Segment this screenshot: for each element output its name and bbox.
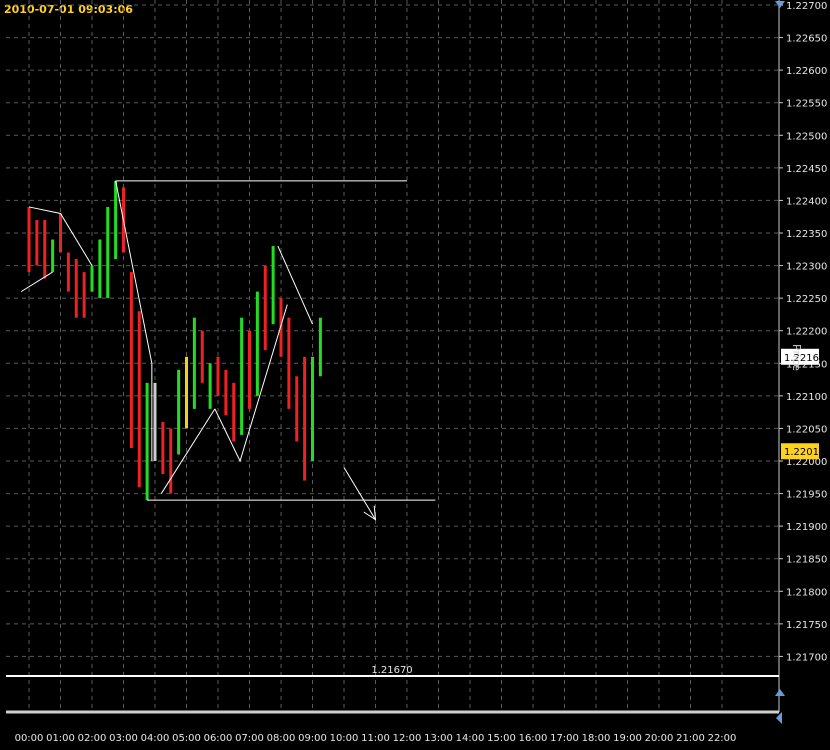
- time-tick-label: 11:00: [361, 733, 390, 744]
- price-tick-label: 1.21850: [786, 555, 827, 566]
- grid: [6, 0, 780, 712]
- price-tick-label: 1.21700: [786, 652, 827, 663]
- price-bar: [137, 311, 141, 488]
- price-bar: [27, 206, 31, 273]
- price-bar: [82, 272, 86, 318]
- price-bar: [98, 239, 102, 299]
- arrow-line[interactable]: [343, 467, 376, 520]
- price-bar: [208, 363, 212, 409]
- price-bar: [248, 330, 251, 409]
- price-bar: [303, 356, 307, 481]
- price-bar: [153, 382, 157, 461]
- time-tick-label: 10:00: [330, 733, 359, 744]
- price-tick-label: 1.21750: [786, 620, 827, 631]
- trend-line[interactable]: [115, 180, 153, 364]
- price-tick-label: 1.21900: [786, 522, 827, 533]
- time-tick-label: 06:00: [204, 733, 233, 744]
- time-tick-label: 04:00: [141, 733, 170, 744]
- price-tick-label: 1.22300: [786, 262, 827, 273]
- price-bar: [263, 265, 267, 351]
- price-chart[interactable]: 1.22700 1.22650 1.22600 1.22550 1.22500 1.224…: [0, 0, 830, 750]
- price-bar: [66, 252, 70, 292]
- price-bar: [224, 369, 228, 416]
- time-tick-label: 00:00: [15, 733, 44, 744]
- trend-line[interactable]: [277, 245, 313, 325]
- price-bar: [185, 356, 188, 429]
- price-bar: [177, 369, 181, 455]
- price-bar: [318, 317, 322, 377]
- time-tick-label: 07:00: [235, 733, 264, 744]
- price-bar: [145, 382, 149, 501]
- price-axis-title: Price: [790, 344, 804, 371]
- time-tick-label: 12:00: [393, 733, 422, 744]
- time-tick-label: 09:00: [298, 733, 327, 744]
- price-tick-label: 1.22650: [786, 34, 827, 45]
- time-axis: 00:00 01:00 02:00 03:00 04:00 05:00 06:00 07:00…: [15, 733, 737, 744]
- price-tick-label: 1.22250: [786, 294, 827, 305]
- price-bar: [295, 376, 299, 442]
- price-tick-label: 1.21950: [786, 490, 827, 501]
- price-tick-label: 1.22600: [786, 66, 827, 77]
- time-tick-label: 21:00: [676, 733, 705, 744]
- price-bar: [59, 213, 62, 253]
- price-bar: [216, 356, 220, 396]
- scroll-right-triangle-icon[interactable]: [776, 712, 782, 724]
- time-tick-label: 01:00: [46, 733, 75, 744]
- price-tick-label: 1.22350: [786, 229, 827, 240]
- time-tick-label: 08:00: [267, 733, 296, 744]
- price-tick-label: 1.22400: [786, 196, 827, 207]
- price-tick-label: 1.22050: [786, 424, 827, 435]
- price-tick-label: 1.22550: [786, 99, 827, 110]
- drawing-objects[interactable]: [20, 180, 436, 521]
- time-tick-label: 19:00: [613, 733, 642, 744]
- time-tick-label: 17:00: [550, 733, 579, 744]
- price-tick-label: 1.22500: [786, 131, 827, 142]
- price-bar: [192, 317, 196, 409]
- price-bar: [114, 180, 118, 260]
- time-tick-label: 20:00: [645, 733, 674, 744]
- price-bar: [161, 421, 165, 475]
- price-tick-label: 1.21800: [786, 587, 827, 598]
- price-bar: [90, 265, 94, 292]
- price-bar: [169, 428, 173, 494]
- time-tick-label: 02:00: [78, 733, 107, 744]
- ohlc-bars: [27, 180, 322, 501]
- price-tick-label: 1.22700: [786, 1, 827, 12]
- price-labels: 1.216701.221601.22015: [6, 348, 825, 714]
- time-tick-label: 14:00: [456, 733, 485, 744]
- price-bar: [232, 382, 236, 442]
- price-bar: [240, 317, 244, 435]
- price-bar: [311, 356, 314, 461]
- price-bar: [255, 291, 259, 396]
- time-tick-label: 13:00: [424, 733, 453, 744]
- time-tick-label: 05:00: [172, 733, 201, 744]
- time-tick-label: 03:00: [109, 733, 138, 744]
- marker-price-label: 1.22015: [784, 447, 825, 458]
- price-tick-label: 1.22100: [786, 392, 827, 403]
- price-bar: [106, 206, 110, 299]
- scale-bottom-triangle-icon[interactable]: [775, 689, 785, 696]
- price-bar: [271, 246, 275, 325]
- price-axis: 1.22700 1.22650 1.22600 1.22550 1.22500 1.224…: [779, 1, 827, 663]
- price-tick-label: 1.22200: [786, 327, 827, 338]
- price-bar: [43, 219, 47, 279]
- time-tick-label: 16:00: [519, 733, 548, 744]
- price-bar: [200, 330, 204, 383]
- price-tick-label: 1.22450: [786, 164, 827, 175]
- horizontal-line-label: 1.21670: [371, 665, 412, 676]
- price-bar: [287, 317, 291, 409]
- time-tick-label: 15:00: [487, 733, 516, 744]
- trend-line[interactable]: [20, 271, 53, 293]
- time-tick-label: 18:00: [582, 733, 611, 744]
- time-tick-label: 22:00: [708, 733, 737, 744]
- price-bar: [129, 272, 133, 448]
- price-bar: [51, 239, 55, 273]
- price-bar: [74, 259, 78, 318]
- price-bar: [35, 219, 39, 266]
